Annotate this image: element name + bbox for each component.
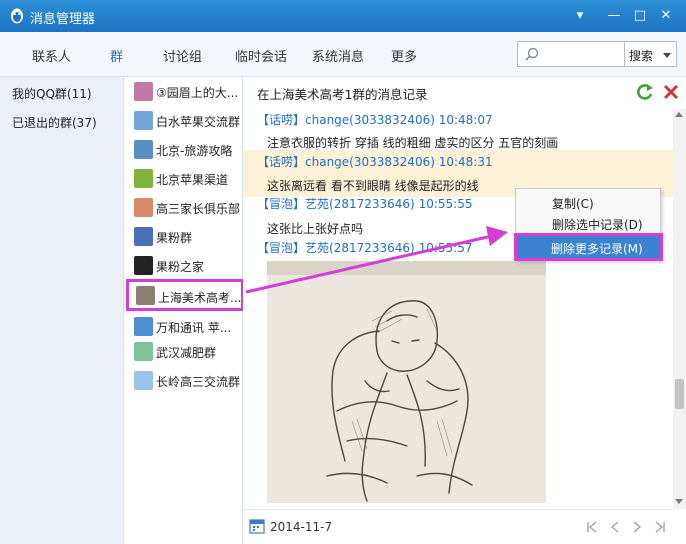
last-page-icon[interactable] xyxy=(651,519,667,535)
message-sender[interactable]: 艺苑(2817233646) xyxy=(305,241,415,255)
group-name: 白水苹果交流群 xyxy=(156,115,240,129)
window-title: 消息管理器 xyxy=(30,12,96,27)
folder-my-groups[interactable]: 我的QQ群(11) xyxy=(12,85,92,102)
search-button-label: 搜索 xyxy=(629,49,654,63)
scroll-down-icon[interactable] xyxy=(675,499,683,504)
message-time: 10:48:31 xyxy=(438,155,493,169)
group-item[interactable]: 长岭高三交流群 xyxy=(124,368,243,394)
group-item[interactable]: 万和通讯 苹... xyxy=(124,314,243,340)
message-sender[interactable]: change(3033832406) xyxy=(305,155,435,169)
close-button[interactable]: ✕ xyxy=(656,7,676,25)
menu-item-delete-more-label: 删除更多记录(M) xyxy=(551,242,643,256)
message-text: 注意衣服的转折 穿插 线的粗细 虚实的区分 五官的刻画 xyxy=(267,136,559,150)
group-name: 果粉群 xyxy=(156,231,193,245)
group-avatar-icon xyxy=(134,317,153,336)
tab-bar: 联系人 群 讨论组 临时会话 系统消息 更多 搜索 xyxy=(0,32,686,77)
qq-penguin-icon xyxy=(11,8,23,24)
group-avatar-icon xyxy=(134,371,153,390)
apple-avatar-icon xyxy=(134,169,153,188)
group-item[interactable]: 果粉群 xyxy=(124,224,243,250)
group-name: 长岭高三交流群 xyxy=(156,375,240,389)
group-item[interactable]: 北京-旅游攻略 xyxy=(124,137,243,163)
scroll-up-icon[interactable] xyxy=(675,112,683,117)
refresh-icon[interactable] xyxy=(635,82,655,102)
group-name: 北京苹果渠道 xyxy=(156,173,229,187)
tab-temp-sessions[interactable]: 临时会话 xyxy=(235,46,287,65)
message-text: 这张比上张好点吗 xyxy=(267,222,364,236)
member-title-badge: 【冒泡】 xyxy=(257,197,306,211)
pane-title: 在上海美术高考1群的消息记录 xyxy=(257,87,428,102)
group-item[interactable]: 白水苹果交流群 xyxy=(124,108,243,134)
message-sender[interactable]: change(3033832406) xyxy=(305,113,435,127)
message-header: 【冒泡】艺苑(2817233646) 10:55:57 xyxy=(257,239,472,256)
chevron-down-icon xyxy=(663,53,671,58)
message-header: 【话唠】change(3033832406) 10:48:31 xyxy=(257,153,493,170)
group-name: 果粉之家 xyxy=(156,260,205,274)
message-time: 10:48:07 xyxy=(438,113,493,127)
menu-item-delete-more[interactable]: 删除更多记录(M) xyxy=(514,233,663,261)
message-header: 【话唠】change(3033832406) 10:48:07 xyxy=(257,111,493,128)
group-item[interactable]: 北京苹果渠道 xyxy=(124,166,243,192)
scroll-thumb[interactable] xyxy=(675,379,684,409)
group-item[interactable]: 上海美术高考... xyxy=(126,279,244,311)
calendar-icon[interactable] xyxy=(249,518,265,534)
group-item[interactable]: 高三家长俱乐部 xyxy=(124,195,243,221)
first-page-icon[interactable] xyxy=(585,519,601,535)
group-avatar-icon xyxy=(136,286,155,305)
tab-contacts[interactable]: 联系人 xyxy=(32,46,71,65)
search-input[interactable] xyxy=(544,44,622,64)
minimize-button[interactable]: — xyxy=(604,7,624,25)
folder-exited-groups[interactable]: 已退出的群(37) xyxy=(12,114,97,131)
group-item[interactable]: 果粉之家 xyxy=(124,253,243,279)
group-avatar-icon xyxy=(134,342,153,361)
tab-more[interactable]: 更多 xyxy=(391,46,417,65)
menu-item-delete-selected[interactable]: 删除选中记录(D) xyxy=(552,216,643,233)
message-time: 10:55:55 xyxy=(418,197,473,211)
delete-icon[interactable] xyxy=(661,82,681,102)
group-item[interactable]: 武汉减肥群 xyxy=(124,339,243,365)
member-title-badge: 【话唠】 xyxy=(257,155,306,169)
next-page-icon[interactable] xyxy=(629,519,645,535)
group-avatar-icon xyxy=(134,82,153,101)
pane-footer: 2014-11-7 xyxy=(243,509,673,544)
group-name: 高三家长俱乐部 xyxy=(156,202,240,216)
group-name: 上海美术高考... xyxy=(158,291,242,305)
menu-dropdown-button[interactable]: ▾ xyxy=(570,7,590,25)
message-header: 【冒泡】艺苑(2817233646) 10:55:55 xyxy=(257,195,472,212)
message-text: 这张离远看 看不到眼睛 线像是起形的线 xyxy=(267,179,479,193)
member-title-badge: 【话唠】 xyxy=(257,113,306,127)
group-avatar-icon xyxy=(134,198,153,217)
member-title-badge: 【冒泡】 xyxy=(257,241,306,255)
group-item[interactable]: ③园眉上的大... xyxy=(124,79,243,105)
tab-system-messages[interactable]: 系统消息 xyxy=(312,46,364,65)
group-name: 万和通讯 苹... xyxy=(156,321,232,335)
message-pane: 在上海美术高考1群的消息记录 【话唠】change(3033832406) 10… xyxy=(243,77,686,544)
group-avatar-icon xyxy=(134,227,153,246)
pencil-sketch-drawing xyxy=(267,261,546,503)
menu-item-copy[interactable]: 复制(C) xyxy=(552,195,594,212)
group-avatar-icon xyxy=(134,140,153,159)
search-dropdown-button[interactable]: 搜索 xyxy=(625,41,677,67)
title-bar: 消息管理器 ▾ — □ ✕ xyxy=(0,0,686,32)
apple-logo-icon xyxy=(134,256,153,275)
context-menu: 复制(C) 删除选中记录(D) 删除更多记录(M) xyxy=(514,188,663,261)
maximize-button[interactable]: □ xyxy=(630,7,650,25)
tab-groups[interactable]: 群 xyxy=(110,46,123,65)
search-box xyxy=(517,41,625,67)
group-name: 北京-旅游攻略 xyxy=(156,144,233,158)
footer-date: 2014-11-7 xyxy=(270,520,333,534)
sketch-image xyxy=(267,261,546,503)
message-sender[interactable]: 艺苑(2817233646) xyxy=(305,197,415,211)
group-name: 武汉减肥群 xyxy=(156,346,217,360)
search-icon xyxy=(525,47,539,61)
previous-page-icon[interactable] xyxy=(607,519,623,535)
group-name: ③园眉上的大... xyxy=(156,86,239,100)
message-time: 10:55:57 xyxy=(418,241,473,255)
tab-discussions[interactable]: 讨论组 xyxy=(163,46,202,65)
group-avatar-icon xyxy=(134,111,153,130)
message-scrollbar[interactable] xyxy=(673,109,686,509)
group-list: ③园眉上的大... 白水苹果交流群 北京-旅游攻略 北京苹果渠道 高三家长俱乐部 果粉群果… xyxy=(124,77,244,544)
folder-panel: 我的QQ群(11) 已退出的群(37) xyxy=(0,77,124,544)
